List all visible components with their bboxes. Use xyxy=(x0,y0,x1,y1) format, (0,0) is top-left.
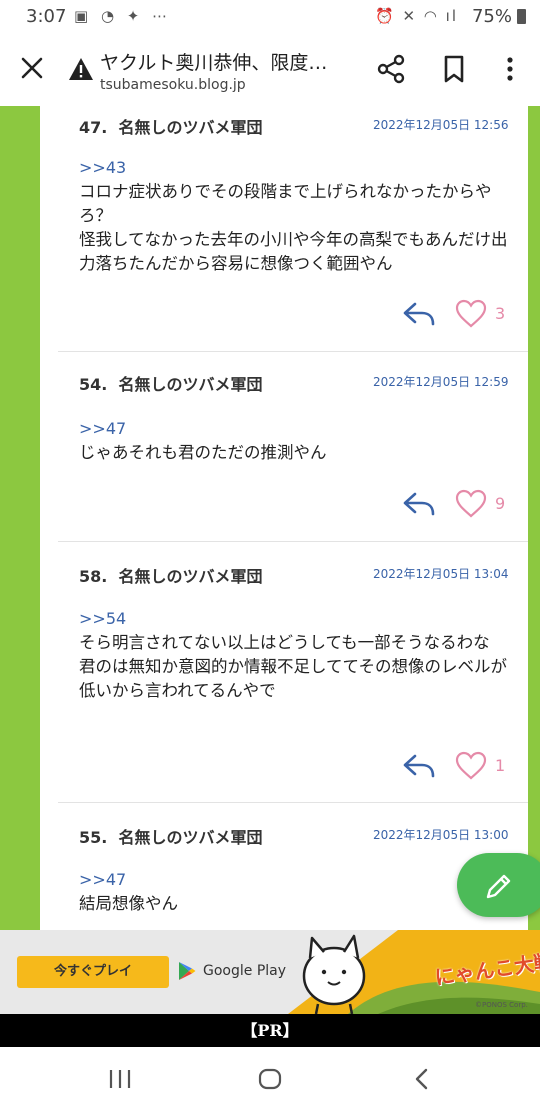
commenter-name: 名無しのツバメ軍団 xyxy=(118,118,263,137)
notification-icons: ▣ ◔ ✦ ⋯ xyxy=(74,7,172,25)
comment-body: コロナ症状ありでその段階まで上げられなかったからやろ？ 怪我してなかった去年の小… xyxy=(79,180,509,276)
comment-body: じゃあそれも君のただの推測やん xyxy=(79,441,509,465)
home-icon[interactable] xyxy=(258,1068,282,1090)
reply-anchor-link[interactable]: >>43 xyxy=(79,158,126,177)
commenter-name: 名無しのツバメ軍団 xyxy=(118,375,263,394)
page-title[interactable]: ヤクルト奥川恭伸、限度… xyxy=(100,48,327,75)
comment-number: 55. xyxy=(79,828,108,847)
comment-body: 結局想像やん xyxy=(79,892,509,916)
reply-icon[interactable] xyxy=(402,491,436,517)
reply-icon[interactable] xyxy=(402,301,436,327)
comment-number: 54. xyxy=(79,375,108,394)
system-icons: ⏰ ✕ ◠ ıl xyxy=(375,7,458,25)
battery-icon xyxy=(517,9,526,24)
like-count: 3 xyxy=(495,304,506,323)
like-heart-icon[interactable] xyxy=(455,751,487,781)
like-count: 1 xyxy=(495,756,506,775)
comment-number: 47. xyxy=(79,118,108,137)
recent-apps-icon[interactable] xyxy=(108,1069,132,1089)
share-icon[interactable] xyxy=(377,54,405,84)
comment-header: 47. 名無しのツバメ軍団 xyxy=(79,114,263,138)
pr-label: 【PR】 xyxy=(0,1014,540,1047)
comment-header: 58. 名無しのツバメ軍団 xyxy=(79,563,263,587)
comment-date: 2022年12月05日 12:56 xyxy=(373,118,509,132)
page-content[interactable]: 47. 名無しのツバメ軍団 2022年12月05日 12:56 >>43 コロナ… xyxy=(0,106,540,930)
reply-anchor-link[interactable]: >>54 xyxy=(79,609,126,628)
page-border-right xyxy=(528,106,540,930)
comment-55: 55. 名無しのツバメ軍団 2022年12月05日 13:00 >>47 結局想… xyxy=(58,802,528,930)
close-icon[interactable] xyxy=(18,54,46,82)
play-now-button[interactable]: 今すぐプレイ xyxy=(17,956,169,988)
like-heart-icon[interactable] xyxy=(455,299,487,329)
comment-47: 47. 名無しのツバメ軍団 2022年12月05日 12:56 >>43 コロナ… xyxy=(58,106,528,352)
comment-text: 結局想像やん xyxy=(79,894,178,913)
comment-header: 55. 名無しのツバメ軍団 xyxy=(79,824,263,848)
page-url[interactable]: tsubamesoku.blog.jp xyxy=(100,77,246,93)
comment-text: コロナ症状ありでその段階まで上げられなかったからやろ？ 怪我してなかった去年の小… xyxy=(79,182,508,273)
battery-level: 75% xyxy=(471,6,512,27)
reply-anchor-link[interactable]: >>47 xyxy=(79,870,126,889)
comment-date: 2022年12月05日 13:04 xyxy=(373,567,509,581)
commenter-name: 名無しのツバメ軍団 xyxy=(118,567,263,586)
bookmark-icon[interactable] xyxy=(442,54,466,84)
like-heart-icon[interactable] xyxy=(455,489,487,519)
comment-58: 58. 名無しのツバメ軍団 2022年12月05日 13:04 >>54 そら明… xyxy=(58,541,528,803)
warning-icon[interactable] xyxy=(68,57,94,81)
system-navigation-bar xyxy=(0,1047,540,1110)
comment-date: 2022年12月05日 12:59 xyxy=(373,375,509,389)
browser-toolbar: ヤクルト奥川恭伸、限度… tsubamesoku.blog.jp xyxy=(0,34,540,107)
reply-icon[interactable] xyxy=(402,753,436,779)
comment-text: じゃあそれも君のただの推測やん xyxy=(79,443,327,462)
status-bar: 3:07 ▣ ◔ ✦ ⋯ ⏰ ✕ ◠ ıl 75% xyxy=(0,0,540,34)
like-count: 9 xyxy=(495,494,506,513)
comment-header: 54. 名無しのツバメ軍団 xyxy=(79,371,263,395)
comment-text: そら明言されてない以上はどうしても一部そうなるわな 君のは無知か意図的か情報不足… xyxy=(79,633,508,700)
pencil-icon xyxy=(486,874,511,899)
ad-banner[interactable]: 今すぐプレイ Google Play にゃんこ大戦争 ©PONOS Corp. xyxy=(0,930,540,1014)
page-border-left xyxy=(0,106,40,930)
comment-date: 2022年12月05日 13:00 xyxy=(373,828,509,842)
compose-comment-button[interactable] xyxy=(457,853,540,917)
google-play-icon xyxy=(179,962,196,980)
status-time: 3:07 xyxy=(26,6,67,27)
ad-copyright: ©PONOS Corp. xyxy=(475,1001,528,1009)
comment-number: 58. xyxy=(79,567,108,586)
more-options-icon[interactable] xyxy=(500,54,520,84)
commenter-name: 名無しのツバメ軍団 xyxy=(118,828,263,847)
back-icon[interactable] xyxy=(412,1068,432,1090)
reply-anchor-link[interactable]: >>47 xyxy=(79,419,126,438)
comment-body: そら明言されてない以上はどうしても一部そうなるわな 君のは無知か意図的か情報不足… xyxy=(79,631,509,703)
comment-54: 54. 名無しのツバメ軍団 2022年12月05日 12:59 >>47 じゃあ… xyxy=(58,351,528,542)
google-play-label: Google Play xyxy=(203,963,287,979)
